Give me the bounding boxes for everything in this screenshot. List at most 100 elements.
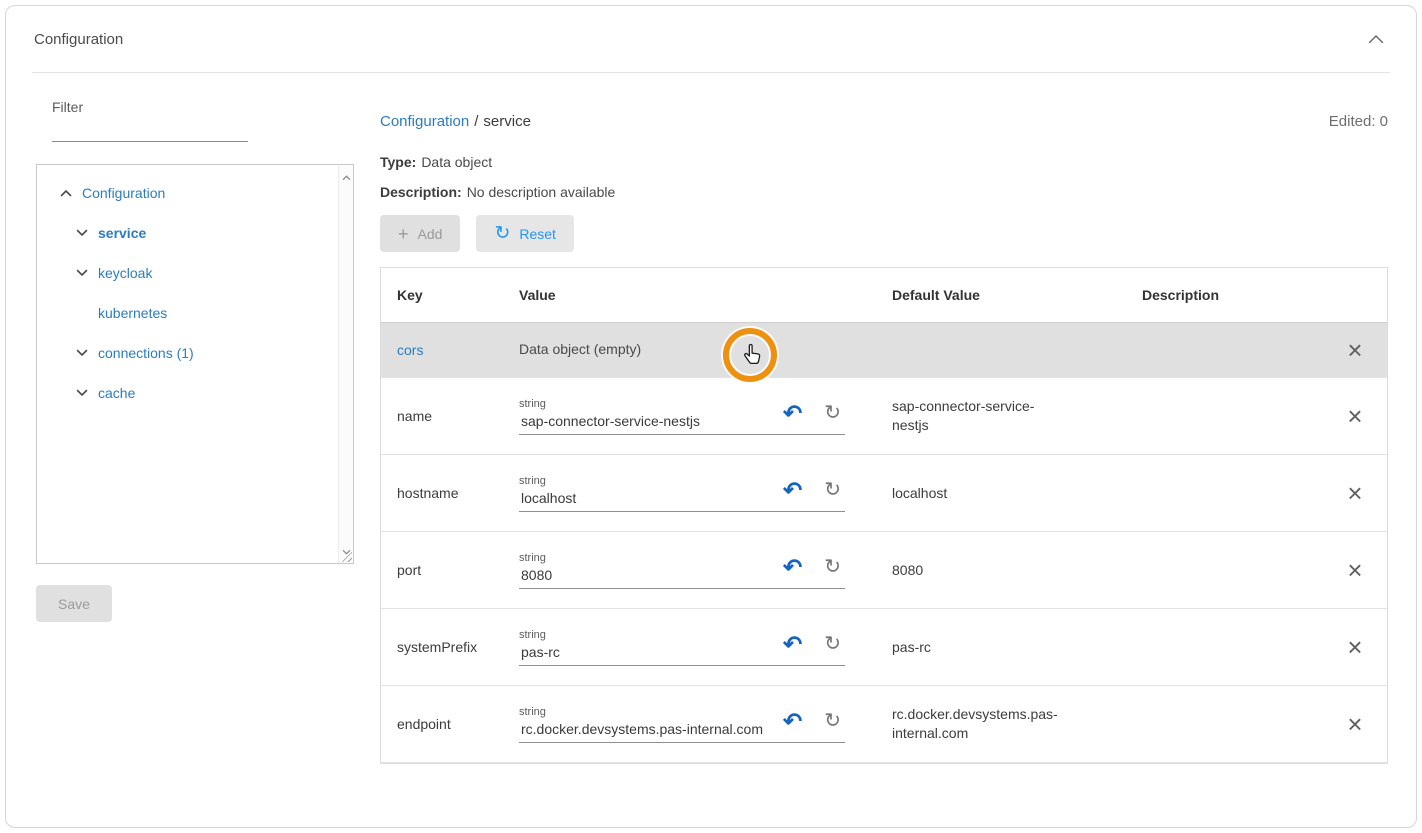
type-value: Data object (421, 154, 492, 170)
filter-input[interactable] (52, 115, 248, 142)
panel-header: Configuration (6, 6, 1416, 72)
main-panel: Configuration / service Edited: 0 Type: Dat… (358, 73, 1416, 764)
scroll-up-icon[interactable] (342, 168, 351, 186)
value-input[interactable] (519, 718, 783, 737)
table-row-systemPrefix: systemPrefix string ↶ ↻ pas-rc (381, 609, 1387, 686)
sidebar: Filter Configuration service (6, 73, 358, 764)
edited-count: Edited: 0 (1329, 113, 1388, 130)
collapse-panel-button[interactable] (1364, 28, 1388, 51)
tree-item-label[interactable]: cache (98, 385, 135, 401)
tree-item-kubernetes[interactable]: kubernetes (37, 293, 353, 333)
row-key: systemPrefix (381, 639, 519, 655)
col-header-description: Description (1142, 287, 1323, 303)
chevron-down-icon[interactable] (75, 346, 89, 360)
table-row-hostname: hostname string ↶ ↻ localhost (381, 455, 1387, 532)
col-header-default: Default Value (892, 287, 1142, 303)
value-field: string ↶ ↻ (519, 552, 845, 589)
undo-icon[interactable]: ↶ (783, 633, 802, 656)
type-line: Type: Data object (380, 154, 1388, 170)
tree-item-configuration[interactable]: Configuration (37, 173, 353, 213)
default-value: rc.docker.devsystems.pas-internal.com (892, 705, 1067, 743)
table-row-name: name string ↶ ↻ sap-connector-service-ne… (381, 378, 1387, 455)
panel-title: Configuration (34, 31, 123, 48)
tree-item-keycloak[interactable]: keycloak (37, 253, 353, 293)
delete-icon[interactable]: × (1347, 478, 1362, 508)
delete-icon[interactable]: × (1347, 709, 1362, 739)
row-key: endpoint (381, 716, 519, 732)
value-field: string ↶ ↻ (519, 706, 845, 743)
tree-item-label[interactable]: keycloak (98, 265, 152, 281)
tree-item-label[interactable]: connections (1) (98, 345, 194, 361)
plus-icon: + (398, 225, 409, 243)
default-value: pas-rc (892, 638, 931, 657)
default-value: localhost (892, 484, 947, 503)
description-label: Description: (380, 184, 462, 200)
object-value-text: Data object (empty) (519, 341, 641, 357)
breadcrumb-root-link[interactable]: Configuration (380, 113, 469, 130)
save-button[interactable]: Save (36, 585, 112, 622)
value-input[interactable] (519, 641, 783, 660)
row-key-link[interactable]: cors (397, 342, 423, 358)
value-type-label: string (519, 398, 783, 410)
reset-button-label: Reset (519, 226, 556, 242)
row-key: port (381, 562, 519, 578)
type-label: Type: (380, 154, 416, 170)
chevron-up-icon (1368, 32, 1384, 47)
delete-icon[interactable]: × (1347, 335, 1362, 365)
row-key: hostname (381, 485, 519, 501)
tree-item-label[interactable]: kubernetes (98, 305, 167, 321)
value-input[interactable] (519, 410, 783, 429)
value-type-label: string (519, 706, 783, 718)
tree-item-label[interactable]: service (98, 225, 146, 241)
value-input[interactable] (519, 487, 783, 506)
breadcrumb-separator: / (474, 113, 478, 130)
reset-value-icon[interactable]: ↻ (824, 403, 841, 423)
value-field: string ↶ ↻ (519, 398, 845, 435)
add-button-label: Add (418, 226, 443, 242)
value-type-label: string (519, 475, 783, 487)
tree-item-label[interactable]: Configuration (82, 185, 165, 201)
reset-value-icon[interactable]: ↻ (824, 634, 841, 654)
col-header-value: Value (519, 287, 892, 303)
reset-button[interactable]: ↻ Reset (476, 215, 574, 252)
reset-value-icon[interactable]: ↻ (824, 711, 841, 731)
value-field: string ↶ ↻ (519, 475, 845, 512)
config-tree: Configuration service keycloak (36, 164, 354, 564)
row-key: name (381, 408, 519, 424)
breadcrumb-current: service (483, 113, 531, 130)
default-value: 8080 (892, 561, 923, 580)
tree-item-connections[interactable]: connections (1) (37, 333, 353, 373)
add-button[interactable]: + Add (380, 215, 460, 252)
configuration-panel: Configuration Filter Configuration (5, 5, 1417, 828)
table-row-cors[interactable]: cors Data object (empty) × (381, 323, 1387, 378)
table-row-port: port string ↶ ↻ 8080 × (381, 532, 1387, 609)
undo-icon[interactable]: ↶ (783, 402, 802, 425)
breadcrumb: Configuration / service (380, 113, 531, 130)
undo-icon[interactable]: ↶ (783, 479, 802, 502)
table-row-endpoint: endpoint string ↶ ↻ rc.docker.devsystems… (381, 686, 1387, 763)
config-table: Key Value Default Value Description cors… (380, 267, 1388, 764)
undo-icon[interactable]: ↶ (783, 556, 802, 579)
chevron-up-icon[interactable] (59, 186, 73, 200)
undo-icon[interactable]: ↶ (783, 710, 802, 733)
filter-label: Filter (52, 99, 248, 115)
delete-icon[interactable]: × (1347, 555, 1362, 585)
tree-item-service[interactable]: service (37, 213, 353, 253)
description-value: No description available (467, 184, 616, 200)
delete-icon[interactable]: × (1347, 401, 1362, 431)
reset-value-icon[interactable]: ↻ (824, 480, 841, 500)
table-header-row: Key Value Default Value Description (381, 268, 1387, 323)
tree-item-cache[interactable]: cache (37, 373, 353, 413)
chevron-down-icon[interactable] (75, 266, 89, 280)
chevron-down-icon[interactable] (75, 226, 89, 240)
value-type-label: string (519, 552, 783, 564)
value-field: string ↶ ↻ (519, 629, 845, 666)
filter-field: Filter (52, 99, 248, 142)
delete-icon[interactable]: × (1347, 632, 1362, 662)
value-type-label: string (519, 629, 783, 641)
reset-value-icon[interactable]: ↻ (824, 557, 841, 577)
chevron-down-icon[interactable] (75, 386, 89, 400)
value-input[interactable] (519, 564, 783, 583)
tree-scrollbar[interactable] (338, 165, 353, 563)
description-line: Description: No description available (380, 184, 1388, 200)
